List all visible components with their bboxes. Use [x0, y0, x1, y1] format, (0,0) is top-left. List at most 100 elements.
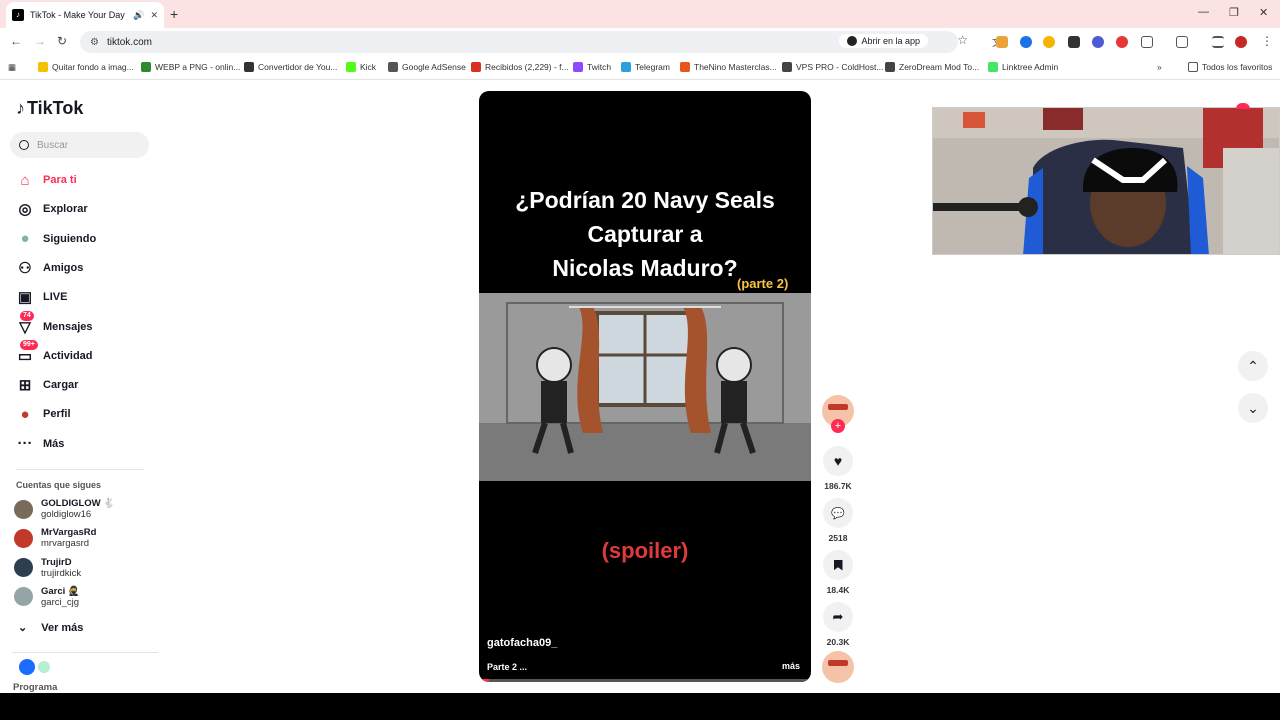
bookmark-item[interactable]: VPS PRO - ColdHost...	[782, 62, 883, 72]
floating-app-icon[interactable]	[19, 659, 35, 675]
extension-icon[interactable]	[1068, 36, 1080, 48]
music-disc-avatar[interactable]	[822, 651, 854, 683]
bookmark-item[interactable]: Linktree Admin	[988, 62, 1058, 72]
bookmark-favicon-icon	[885, 62, 895, 72]
heart-icon: ♥	[823, 446, 853, 476]
followed-account[interactable]: Garci 🥷 garci_cjg	[14, 586, 80, 608]
tab-search-icon[interactable]	[1176, 36, 1188, 48]
tiktok-logo[interactable]: ♪ TikTok	[16, 98, 83, 119]
following-accounts-header: Cuentas que sigues	[16, 480, 102, 490]
floating-app-icon[interactable]	[38, 661, 50, 673]
followed-account[interactable]: TrujirD trujirdkick	[14, 557, 81, 579]
back-button[interactable]: ←	[10, 34, 22, 48]
sidebar-item-perfil[interactable]: ● Perfil	[16, 405, 70, 423]
followed-account[interactable]: MrVargasRd mrvargasrd	[14, 527, 96, 549]
bookmark-favicon-icon	[988, 62, 998, 72]
reading-list-icon[interactable]	[1212, 36, 1224, 48]
sidebar-item-mensajes[interactable]: ▽ 74 Mensajes	[16, 310, 93, 336]
bookmark-item[interactable]: Telegram	[621, 62, 670, 72]
more-bookmarks-chevron-icon[interactable]: »	[1157, 62, 1162, 72]
bookmark-star-icon[interactable]: ☆	[957, 33, 968, 47]
home-icon: ⌂	[20, 171, 30, 189]
sidebar-item-live[interactable]: ▣ LIVE	[16, 288, 68, 306]
video-title: ¿Podrían 20 Navy Seals Capturar a Nicola…	[479, 183, 811, 285]
extension-icon[interactable]	[1116, 36, 1128, 48]
save-button[interactable]: 18.4K	[822, 550, 854, 595]
forward-button[interactable]: →	[34, 34, 46, 48]
video-scene-image	[479, 293, 811, 481]
bookmark-label: Telegram	[635, 62, 670, 72]
avatar	[14, 499, 33, 519]
sidebar-item-actividad[interactable]: ▭ 99+ Actividad	[16, 339, 93, 365]
bookmark-item[interactable]: Kick	[346, 62, 376, 72]
bookmark-label: WEBP a PNG - onlin...	[155, 62, 241, 72]
sidebar-item-m-s[interactable]: ··· Más	[16, 435, 65, 453]
new-tab-button[interactable]: +	[170, 6, 178, 22]
bookmark-item[interactable]: WEBP a PNG - onlin...	[141, 62, 240, 72]
extension-icon[interactable]	[1043, 36, 1055, 48]
bookmark-item[interactable]: Twitch	[573, 62, 611, 72]
extension-icon[interactable]	[1020, 36, 1032, 48]
upload-icon: ⊞	[18, 377, 32, 395]
browser-tab[interactable]: ♪ TikTok - Make Your Day 🔊 ✕	[6, 2, 164, 28]
bookmarks-bar: ▦ Quitar fondo a imag... WEBP a PNG - onl…	[0, 56, 1280, 80]
site-info-icon[interactable]: ⚙	[90, 37, 99, 48]
extensions-puzzle-icon[interactable]	[1141, 36, 1153, 48]
bookmark-label: Quitar fondo a imag...	[52, 62, 134, 72]
reload-button[interactable]: ↻	[57, 34, 67, 48]
close-tab-icon[interactable]: ✕	[150, 10, 158, 21]
minimize-button[interactable]: —	[1198, 6, 1209, 18]
video-progress-fill	[479, 679, 489, 682]
search-input[interactable]: Buscar	[10, 132, 149, 158]
sidebar-item-cargar[interactable]: ⊞ Cargar	[16, 376, 79, 395]
sidebar-item-label: Amigos	[43, 261, 84, 274]
video-player[interactable]: ¿Podrían 20 Navy Seals Capturar a Nicola…	[479, 91, 811, 682]
omnibox[interactable]: ⚙ tiktok.com Abrir en la app 文 ☆	[80, 31, 1002, 53]
audio-playing-icon[interactable]: 🔊	[133, 10, 144, 21]
bookmark-item[interactable]: Convertidor de You...	[244, 62, 337, 72]
sidebar-item-label: Mensajes	[43, 320, 93, 333]
video-author[interactable]: gatofacha09_	[487, 637, 557, 649]
caption-more-button[interactable]: más	[782, 661, 800, 671]
sidebar-item-label: Cargar	[43, 379, 79, 392]
chevron-up-icon: ⌃	[1247, 357, 1259, 374]
sidebar-item-para-ti[interactable]: ⌂ Para ti	[16, 171, 77, 189]
followed-account[interactable]: GOLDIGLOW 🐇 goldiglow16	[14, 498, 115, 520]
bookmark-favicon-icon	[141, 62, 151, 72]
bookmark-item[interactable]: Recibidos (2,229) - f...	[471, 62, 569, 72]
sidebar-item-explorar[interactable]: ◎ Explorar	[16, 200, 87, 218]
tab-title: TikTok - Make Your Day	[30, 10, 125, 20]
extension-icon[interactable]	[1092, 36, 1104, 48]
sidebar-item-amigos[interactable]: ⚇ Amigos	[16, 259, 83, 277]
open-in-app-button[interactable]: Abrir en la app	[839, 34, 928, 48]
video-progress-bar[interactable]	[479, 679, 811, 682]
bookmark-label: Kick	[360, 62, 377, 72]
avatar	[14, 558, 33, 578]
apps-grid-icon[interactable]: ▦	[8, 62, 16, 73]
next-video-button[interactable]: ⌄	[1238, 393, 1268, 423]
bookmark-item[interactable]: ZeroDream Mod To...	[885, 62, 979, 72]
bookmark-label: ZeroDream Mod To...	[899, 62, 980, 72]
close-window-button[interactable]: ✕	[1259, 6, 1268, 19]
like-button[interactable]: ♥ 186.7K	[822, 446, 854, 491]
browser-menu-icon[interactable]: ⋮	[1261, 34, 1273, 48]
all-bookmarks-folder[interactable]: Todos los favoritos	[1188, 62, 1272, 72]
chevron-down-icon: ⌄	[18, 622, 28, 634]
restore-button[interactable]: ❐	[1229, 6, 1239, 19]
sidebar-item-label: Para ti	[43, 174, 77, 186]
friends-icon: ⚇	[18, 259, 32, 277]
tiktok-app-icon	[847, 36, 858, 46]
sidebar-item-siguiendo[interactable]: ● Siguiendo	[16, 230, 96, 248]
profile-avatar-icon[interactable]	[1235, 36, 1247, 48]
see-more-button[interactable]: ⌄ Ver más	[18, 621, 83, 635]
bookmark-item[interactable]: Quitar fondo a imag...	[38, 62, 134, 72]
sidebar-item-label: LIVE	[43, 291, 68, 304]
bookmark-item[interactable]: TheNino Masterclas...	[680, 62, 777, 72]
comment-button[interactable]: 💬 2518	[822, 498, 854, 543]
extension-icon[interactable]	[996, 36, 1008, 48]
previous-video-button[interactable]: ⌃	[1238, 351, 1268, 381]
share-button[interactable]: ➦ 20.3K	[822, 602, 854, 647]
account-handle: garci_cjg	[41, 596, 80, 608]
follow-plus-icon[interactable]: +	[831, 419, 845, 433]
bookmark-item[interactable]: Google AdSense	[388, 62, 466, 72]
